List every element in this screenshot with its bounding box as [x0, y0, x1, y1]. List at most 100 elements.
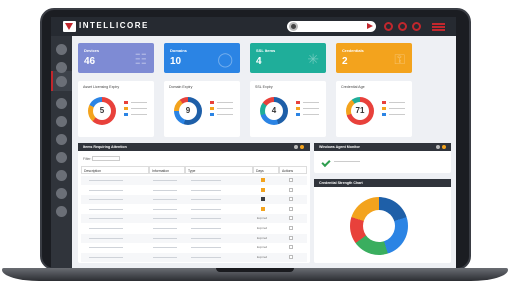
row-action-icon[interactable]	[289, 187, 293, 192]
table-row[interactable]: Expired	[81, 243, 307, 252]
cell-information	[153, 208, 177, 210]
cell-information	[153, 218, 177, 220]
cell-type	[191, 208, 221, 210]
menu-icon[interactable]	[432, 23, 445, 31]
donut-card-title: Domain Expiry	[169, 85, 193, 89]
legend-item	[382, 101, 406, 104]
warning-icon	[261, 187, 265, 192]
cell-information	[153, 237, 177, 239]
row-action-icon[interactable]	[289, 235, 293, 240]
legend-item	[210, 107, 234, 110]
cell-days: Expired	[257, 226, 268, 230]
row-action-icon[interactable]	[289, 254, 293, 259]
table-row[interactable]: Expired	[81, 233, 307, 243]
search-go-icon[interactable]	[367, 23, 373, 29]
column-header-information[interactable]: Information	[149, 166, 185, 174]
stat-card-devices[interactable]: Devices 46 ☷	[78, 43, 154, 73]
donut-chart: 9	[174, 97, 202, 125]
table-row[interactable]	[81, 186, 307, 195]
stat-label: Devices	[84, 48, 100, 53]
cell-type	[191, 228, 221, 229]
sidebar-credentials-icon[interactable]	[56, 116, 67, 127]
table-row[interactable]: Expired	[81, 252, 307, 262]
certificate-icon: ✳	[307, 51, 319, 67]
donut-chart: 5	[88, 97, 116, 125]
panel-collapse-icon[interactable]	[294, 145, 298, 149]
row-action-icon[interactable]	[289, 216, 293, 221]
app-screen: INTELLICORE Devices 46 ☷ Domains 10 ◯ SS…	[51, 17, 456, 268]
warning-icon	[261, 206, 265, 211]
legend-item	[382, 107, 406, 110]
cell-information	[153, 199, 177, 201]
stat-label: SSL Items	[256, 48, 276, 53]
sidebar-monitor-icon[interactable]	[56, 152, 67, 163]
filter-input[interactable]	[92, 156, 120, 161]
stat-card-domains[interactable]: Domains 10 ◯	[164, 43, 240, 73]
column-header-days[interactable]: Days	[253, 166, 279, 174]
sidebar-ssl-icon[interactable]	[56, 98, 67, 109]
row-action-icon[interactable]	[289, 226, 293, 230]
table-row[interactable]	[81, 176, 307, 185]
panel-title: Credential Strength Chart	[319, 181, 363, 185]
user-icon[interactable]	[412, 22, 421, 31]
sidebar-settings-icon[interactable]	[56, 206, 67, 217]
check-icon	[321, 157, 331, 168]
legend-item	[124, 107, 148, 110]
laptop-notch	[216, 268, 294, 272]
row-action-icon[interactable]	[289, 197, 293, 202]
panel-collapse-icon[interactable]	[436, 145, 440, 149]
column-header-actions[interactable]: Actions	[279, 166, 307, 174]
table-row[interactable]: Expired	[81, 214, 307, 224]
cell-description	[89, 199, 123, 201]
cell-information	[153, 180, 177, 181]
top-bar: INTELLICORE	[51, 17, 456, 36]
cell-days: Expired	[257, 216, 268, 221]
legend-item	[296, 107, 320, 110]
logo-icon[interactable]	[63, 21, 76, 32]
sidebar-dashboard-icon[interactable]	[56, 44, 67, 55]
search-bar[interactable]	[287, 21, 376, 32]
legend-item	[210, 101, 234, 104]
panel-header: Windows Agent Monitor	[314, 143, 451, 151]
cell-type	[191, 256, 221, 258]
stat-label: Credentials	[342, 48, 364, 53]
column-header-type[interactable]: Type	[185, 166, 253, 174]
cell-type	[191, 237, 221, 239]
donut-value: 71	[351, 102, 369, 120]
row-action-icon[interactable]	[289, 178, 293, 182]
stat-value: 10	[170, 56, 182, 67]
notification-icon[interactable]	[384, 22, 393, 31]
key-icon: ⚿	[394, 51, 405, 67]
sidebar-users-icon[interactable]	[56, 188, 67, 199]
row-action-icon[interactable]	[289, 206, 293, 211]
legend-item	[124, 101, 148, 104]
search-icon	[289, 22, 298, 31]
warning-icon	[261, 178, 265, 182]
panel-refresh-icon[interactable]	[442, 145, 446, 149]
column-header-description[interactable]: Description	[81, 166, 149, 174]
settings-icon[interactable]	[398, 22, 407, 31]
legend-item	[124, 113, 148, 116]
globe-icon: ◯	[217, 51, 233, 67]
row-action-icon[interactable]	[289, 245, 293, 250]
sidebar-devices-icon[interactable]	[56, 62, 67, 73]
panel-refresh-icon[interactable]	[300, 145, 304, 149]
brand-name: INTELLICORE	[79, 21, 149, 30]
table-row[interactable]	[81, 195, 307, 205]
donut-chart: 4	[260, 97, 288, 125]
donut-card-title: Credential Age	[341, 85, 365, 89]
stat-card-ssl[interactable]: SSL Items 4 ✳	[250, 43, 326, 73]
table-row[interactable]	[81, 205, 307, 214]
sidebar-domains-icon[interactable]	[56, 76, 67, 87]
donut-card-asset-licensing: Asset Licensing Expiry 5	[78, 81, 154, 137]
cell-information	[153, 189, 177, 191]
cell-type	[191, 247, 221, 249]
legend-item	[382, 113, 406, 116]
cell-description	[89, 247, 123, 249]
table-row[interactable]: Expired	[81, 224, 307, 233]
cell-description	[89, 237, 123, 239]
sidebar-licenses-icon[interactable]	[56, 134, 67, 145]
cell-days: Expired	[257, 235, 268, 240]
sidebar-reports-icon[interactable]	[56, 170, 67, 181]
stat-card-credentials[interactable]: Credentials 2 ⚿	[336, 43, 412, 73]
